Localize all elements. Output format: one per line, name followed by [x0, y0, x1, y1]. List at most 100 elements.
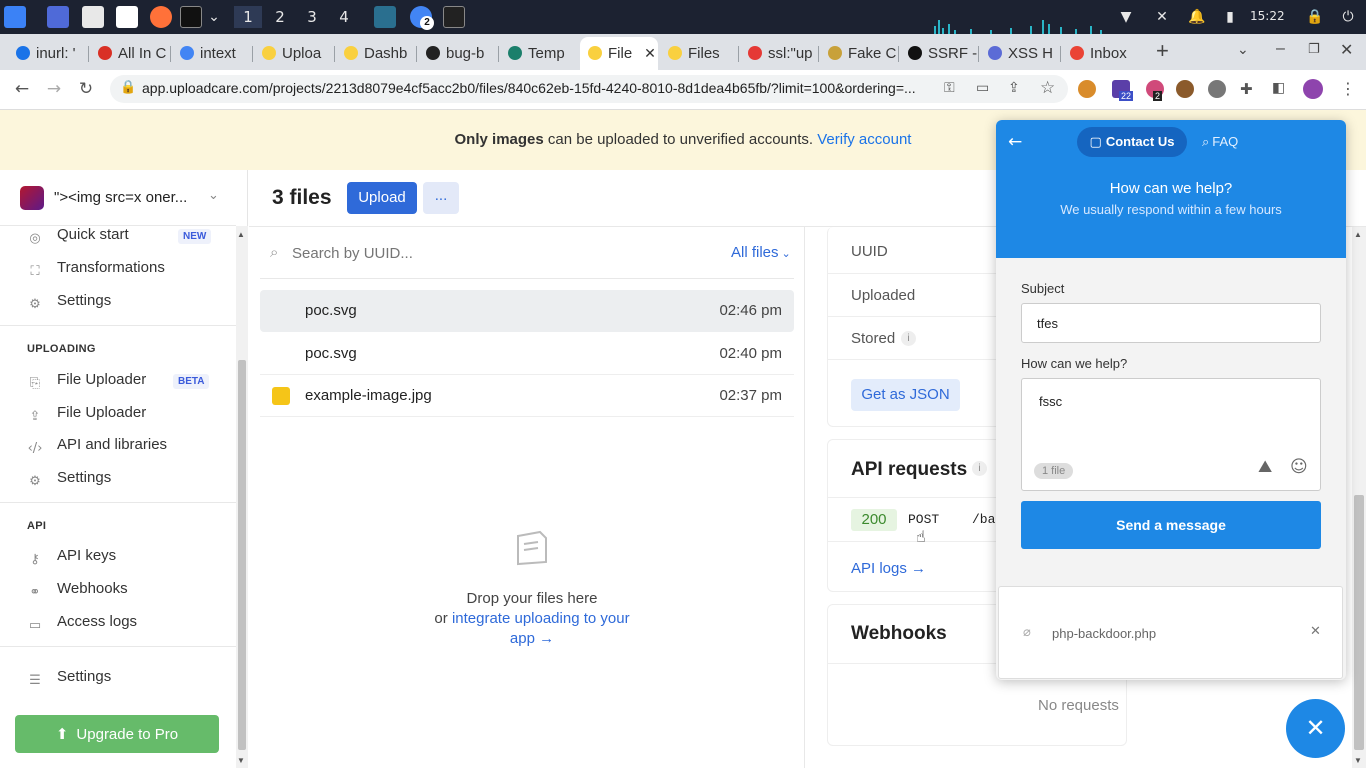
key-icon[interactable]: ⚿ [944, 80, 955, 96]
tab-contact-us[interactable]: ▢ Contact Us [1077, 127, 1187, 157]
app-menu-icon[interactable] [4, 6, 26, 28]
info-icon[interactable]: i [901, 331, 916, 346]
terminal-window-icon[interactable] [443, 6, 465, 28]
tab-search-icon[interactable]: ⌄ [1237, 42, 1249, 58]
extension-1-icon[interactable] [1078, 80, 1096, 98]
emoji-icon[interactable]: ☺ [1290, 457, 1308, 477]
volume-muted-icon[interactable]: ✕ [1154, 9, 1170, 25]
api-logs-link[interactable]: API logs → [851, 560, 926, 577]
upgrade-button[interactable]: ⬆ Upgrade to Pro [15, 715, 219, 753]
tab-6[interactable]: bug-b [418, 37, 498, 70]
file-row[interactable]: poc.svg 02:46 pm [260, 290, 794, 332]
attach-image-icon[interactable]: ⛰ [1258, 457, 1272, 477]
subject-input[interactable]: tfes [1021, 303, 1321, 343]
tab-8[interactable]: File ✕ [580, 37, 658, 70]
tab-7[interactable]: Temp [500, 37, 578, 70]
chevron-down-icon[interactable]: ⌄ [206, 9, 222, 25]
restore-icon[interactable]: ❐ [1308, 42, 1320, 57]
workspace-4[interactable]: 4 [330, 6, 358, 28]
send-message-button[interactable]: Send a message [1021, 501, 1321, 549]
tab-faq[interactable]: ⌕ FAQ [1202, 134, 1238, 150]
tab-13[interactable]: XSS H [980, 37, 1060, 70]
scroll-up-arrow-icon[interactable]: ▲ [237, 230, 245, 239]
scroll-up-arrow-icon[interactable]: ▲ [1354, 230, 1362, 239]
sidebar-item-account-settings[interactable]: ☰ Settings [27, 668, 111, 689]
tab-1[interactable]: inurl: ' [8, 37, 88, 70]
workspace-1[interactable]: 1 [234, 6, 262, 28]
upload-button[interactable]: Upload [347, 182, 417, 214]
file-row[interactable]: poc.svg 02:40 pm [260, 333, 794, 375]
get-json-button[interactable]: Get as JSON [851, 379, 960, 411]
tab-12[interactable]: SSRF - [900, 37, 978, 70]
main-scrollbar-thumb[interactable] [1354, 495, 1364, 750]
info-icon[interactable]: i [972, 461, 987, 476]
back-arrow-icon[interactable]: ← [1008, 132, 1022, 152]
desktop-icon[interactable] [47, 6, 69, 28]
lock-icon[interactable]: 🔒 [1306, 9, 1323, 25]
scroll-down-arrow-icon[interactable]: ▼ [237, 756, 245, 765]
filter-dropdown[interactable]: All files ⌄ [731, 244, 791, 261]
new-tab-button[interactable]: + [1156, 38, 1169, 64]
notification-icon[interactable]: 🔔 [1188, 9, 1205, 25]
tab-3[interactable]: intext [172, 37, 252, 70]
back-icon[interactable]: ← [10, 79, 34, 99]
uuid-search-input[interactable] [292, 240, 712, 266]
verify-account-link[interactable]: Verify account [817, 131, 911, 148]
scroll-down-arrow-icon[interactable]: ▼ [1354, 756, 1362, 765]
tab-11[interactable]: Fake C [820, 37, 898, 70]
puzzle-icon[interactable]: ✚ [1240, 80, 1253, 98]
reload-icon[interactable]: ↻ [74, 79, 98, 99]
url-text[interactable]: app.uploadcare.com/projects/2213d8079e4c… [142, 80, 932, 96]
tab-10[interactable]: ssl:"up [740, 37, 818, 70]
more-actions-button[interactable]: ... [423, 182, 459, 214]
bookmark-star-icon[interactable]: ☆ [1040, 78, 1055, 98]
terminal-icon[interactable] [180, 6, 202, 28]
file-row[interactable]: example-image.jpg 02:37 pm [260, 375, 794, 417]
lock-icon[interactable]: 🔒 [120, 80, 136, 95]
workspace-2[interactable]: 2 [266, 6, 294, 28]
sidebar-item-file-uploader[interactable]: ⇪ File Uploader [27, 404, 147, 425]
sidebar-item-upload-settings[interactable]: ⚙ Settings [27, 469, 111, 490]
sidepanel-icon[interactable]: ◧ [1272, 80, 1285, 96]
wifi-icon[interactable]: ▼ [1118, 9, 1134, 25]
project-switcher[interactable]: "><img src=x oner... ⌄ [0, 170, 236, 226]
close-chat-button[interactable]: ✕ [1286, 699, 1345, 758]
message-textarea[interactable]: fssc 1 file ⛰ ☺ [1021, 378, 1321, 491]
card-icon[interactable]: ▭ [976, 80, 989, 96]
forward-icon[interactable]: → [42, 79, 66, 99]
cookie-extension-icon[interactable] [1176, 80, 1194, 98]
extension-5-icon[interactable] [1208, 80, 1226, 98]
battery-icon[interactable]: ▮ [1222, 9, 1238, 25]
profile-avatar[interactable] [1303, 79, 1323, 99]
sidebar-scrollbar-thumb[interactable] [238, 360, 246, 750]
sidebar-item-api-keys[interactable]: ⚷ API keys [27, 547, 116, 568]
sidebar-item-webhooks[interactable]: ⚭ Webhooks [27, 580, 128, 601]
tab-14[interactable]: Inbox [1062, 37, 1142, 70]
remove-attachment-icon[interactable]: ✕ [1310, 624, 1321, 639]
tab-5[interactable]: Dashb [336, 37, 416, 70]
no-requests-text: No requests [1038, 697, 1119, 714]
close-tab-icon[interactable]: ✕ [644, 45, 656, 61]
sidebar-item-api-libraries[interactable]: ‹/› API and libraries [27, 436, 167, 457]
tab-4[interactable]: Uploa [254, 37, 334, 70]
workspace-3[interactable]: 3 [298, 6, 326, 28]
sidebar-item-transformations[interactable]: ⛶ Transformations [27, 259, 164, 280]
tab-2[interactable]: All In C [90, 37, 170, 70]
firefox-icon[interactable] [150, 6, 172, 28]
sidebar-item-file-uploader-beta[interactable]: ⎘ File Uploader [27, 371, 146, 392]
sidebar-item-access-logs[interactable]: ▭ Access logs [27, 613, 137, 634]
app-window-icon[interactable] [374, 6, 396, 28]
close-window-icon[interactable]: ✕ [1340, 40, 1353, 59]
share-icon[interactable]: ⇪ [1008, 80, 1020, 96]
power-icon[interactable]: ⏻ [1340, 9, 1356, 25]
sidebar-item-quick-start[interactable]: ◎ Quick start [27, 226, 128, 247]
text-editor-icon[interactable] [116, 6, 138, 28]
sidebar-item-settings[interactable]: ⚙ Settings [27, 292, 111, 313]
integrate-uploading-link[interactable]: integrate uploading to your app → [452, 610, 630, 647]
beta-badge: BETA [173, 374, 210, 389]
clock[interactable]: 15:22 [1250, 9, 1285, 23]
tab-9[interactable]: Files [660, 37, 738, 70]
menu-kebab-icon[interactable]: ⋮ [1340, 79, 1356, 98]
minimize-icon[interactable]: – [1276, 40, 1285, 58]
file-manager-icon[interactable] [82, 6, 104, 28]
